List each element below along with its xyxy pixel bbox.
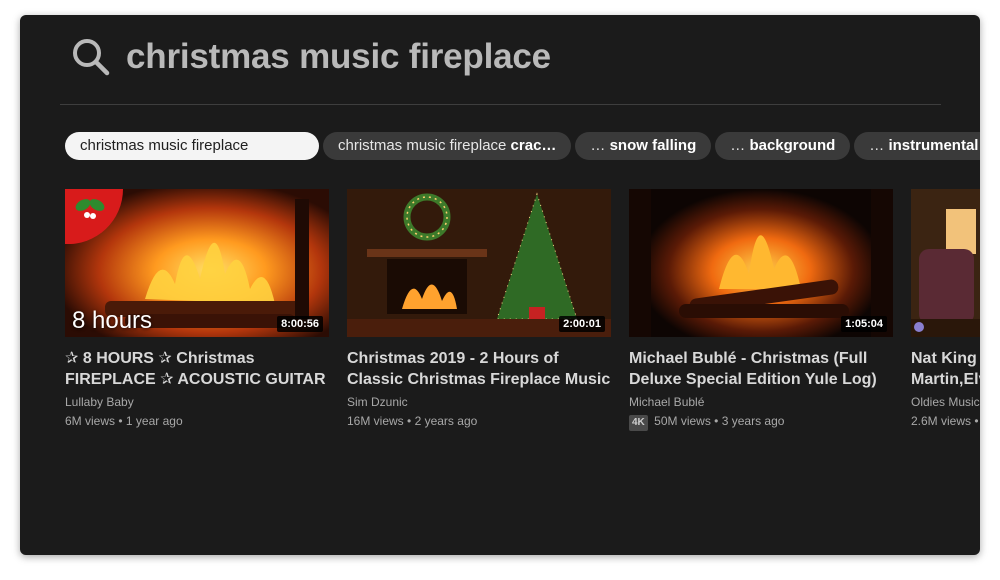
holly-badge-icon [65, 189, 124, 244]
4k-badge: 4K [629, 415, 648, 431]
video-thumbnail[interactable]: 8 hours 8:00:56 [65, 189, 329, 337]
upload-age: 2 years ago [414, 414, 478, 428]
video-title-line-1[interactable]: Christmas 2019 - 2 Hours of [347, 348, 611, 369]
video-card[interactable]: 8 hours 8:00:56 ✰ 8 HOURS ✰ Christmas FI… [65, 189, 329, 429]
video-duration: 2:00:01 [559, 316, 605, 332]
video-meta: 6M views • 1 year ago [65, 413, 329, 429]
video-meta: 16M views • 2 years ago [347, 413, 611, 429]
chip-christmas-music-fireplace[interactable]: christmas music fireplace [65, 132, 319, 160]
video-title-line-1[interactable]: ✰ 8 HOURS ✰ Christmas [65, 348, 329, 369]
video-title-line-1[interactable]: Michael Bublé - Christmas (Full [629, 348, 893, 369]
video-duration: 1:05:04 [841, 316, 887, 332]
video-title-line-2[interactable]: Deluxe Special Edition Yule Log) [629, 369, 893, 390]
video-meta: 2.6M views • [911, 413, 980, 429]
divider [60, 104, 941, 105]
view-count: 2.6M views [911, 414, 972, 428]
search-bar[interactable]: christmas music fireplace [70, 35, 551, 79]
view-count: 6M views [65, 414, 116, 428]
channel-name[interactable]: Michael Bublé [629, 394, 893, 410]
video-title-line-2[interactable]: Martin,Elv [911, 369, 980, 390]
chip-background[interactable]: … background [715, 132, 851, 160]
video-meta: 4K 50M views • 3 years ago [629, 413, 893, 431]
view-count: 50M views [654, 414, 711, 428]
upload-age: 1 year ago [125, 414, 183, 428]
video-results: 8 hours 8:00:56 ✰ 8 HOURS ✰ Christmas FI… [65, 189, 980, 449]
channel-name[interactable]: Sim Dzunic [347, 394, 611, 410]
channel-name[interactable]: Lullaby Baby [65, 394, 329, 410]
video-duration: 8:00:56 [277, 316, 323, 332]
video-thumbnail[interactable]: 2:00:01 [347, 189, 611, 337]
tv-screen: christmas music fireplace christmas musi… [20, 15, 980, 555]
chip-crackling[interactable]: christmas music fireplace crac… [323, 132, 572, 160]
upload-age: 3 years ago [721, 414, 785, 428]
meta-separator: • [714, 414, 719, 428]
thumbnail-overlay-text: 8 hours [72, 307, 153, 334]
video-card[interactable]: Nat King Martin,Elv Oldies Music 2.6M vi… [911, 189, 980, 429]
video-card[interactable]: 2:00:01 Christmas 2019 - 2 Hours of Clas… [347, 189, 611, 429]
channel-name[interactable]: Oldies Music [911, 394, 980, 410]
video-thumbnail[interactable]: 1:05:04 [629, 189, 893, 337]
video-thumbnail[interactable] [911, 189, 980, 337]
view-count: 16M views [347, 414, 404, 428]
meta-separator: • [118, 414, 123, 428]
meta-separator: • [974, 414, 979, 428]
suggestion-chips: christmas music fireplace christmas music… [65, 132, 980, 160]
search-query[interactable]: christmas music fireplace [126, 37, 551, 77]
video-title-line-1[interactable]: Nat King [911, 348, 980, 369]
video-title-line-2[interactable]: FIREPLACE ✰ ACOUSTIC GUITAR [65, 369, 329, 390]
video-title-line-2[interactable]: Classic Christmas Fireplace Music [347, 369, 611, 390]
chip-instrumental[interactable]: … instrumental [854, 132, 980, 160]
video-card[interactable]: 1:05:04 Michael Bublé - Christmas (Full … [629, 189, 893, 431]
chip-snow-falling[interactable]: … snow falling [575, 132, 712, 160]
search-icon[interactable] [70, 36, 112, 78]
meta-separator: • [407, 414, 412, 428]
